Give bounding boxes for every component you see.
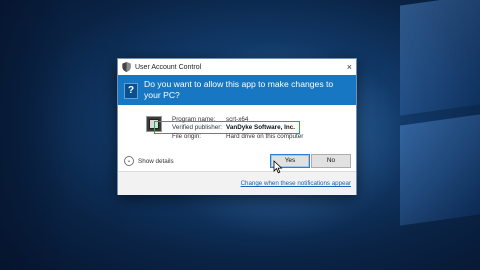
- dialog-footer: Change when these notifications appear: [118, 171, 356, 195]
- uac-dialog: User Account Control × ? Do you want to …: [117, 58, 357, 195]
- show-details-label: Show details: [138, 157, 174, 165]
- chevron-down-icon: ⌄: [124, 156, 134, 166]
- windows-logo-pane-bottom: [400, 114, 480, 226]
- prompt-banner: ? Do you want to allow this app to make …: [118, 75, 356, 105]
- file-origin-label: File origin:: [172, 133, 202, 140]
- question-shield-icon: ?: [124, 83, 138, 99]
- change-notifications-link[interactable]: Change when these notifications appear: [241, 180, 351, 187]
- publisher-label: Verified publisher:: [172, 124, 223, 131]
- windows-logo-pane-top: [400, 0, 480, 116]
- dialog-title: User Account Control: [135, 63, 202, 71]
- file-origin-value: Hard drive on this computer: [226, 133, 304, 140]
- close-button[interactable]: ×: [347, 61, 352, 73]
- mouse-cursor-icon: [273, 160, 283, 174]
- background-shade: [0, 0, 70, 270]
- no-button[interactable]: No: [311, 154, 351, 168]
- publisher-value: VanDyke Software, Inc.: [226, 124, 295, 131]
- prompt-question: Do you want to allow this app to make ch…: [144, 79, 334, 100]
- show-details-toggle[interactable]: ⌄ Show details: [124, 156, 174, 166]
- shield-icon: [122, 62, 131, 72]
- title-bar: User Account Control ×: [118, 59, 356, 75]
